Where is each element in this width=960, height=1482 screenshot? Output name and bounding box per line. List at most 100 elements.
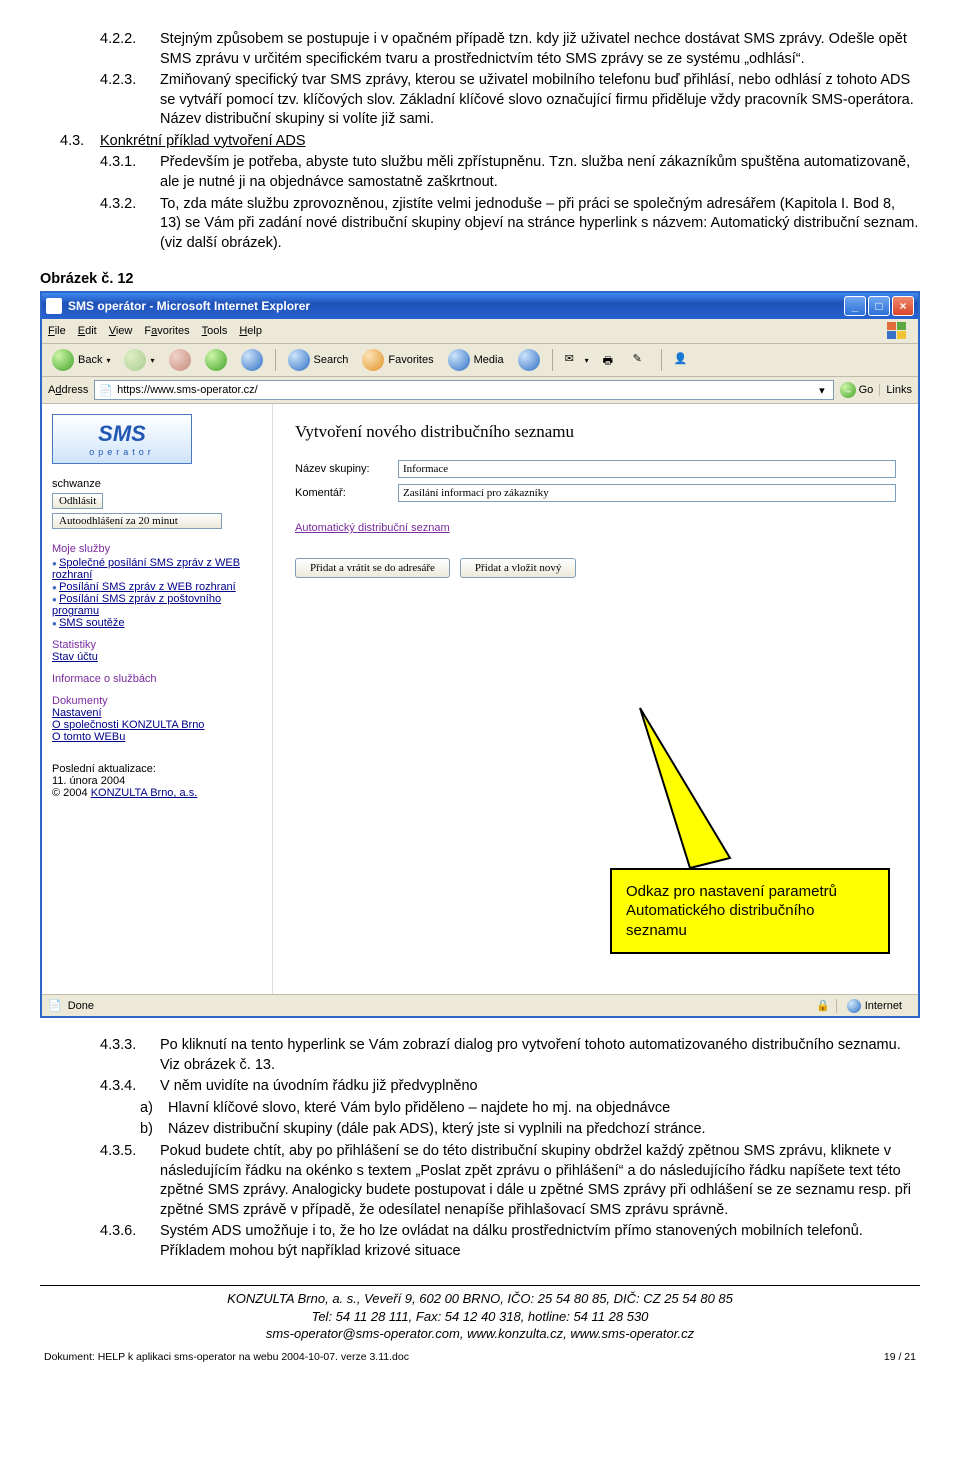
doc-item-4-3-5: 4.3.5. Pokud budete chtít, aby po přihlá…	[100, 1142, 920, 1220]
forward-icon	[124, 349, 146, 371]
sidebar-link-posilani-posta[interactable]: Posílání SMS zpráv z poštovního programu	[52, 593, 221, 617]
status-internet: Internet	[865, 1000, 902, 1012]
doc-item-4-3-2: 4.3.2. To, zda máte službu zprovozněnou,…	[100, 195, 920, 254]
doc-item-4-3-6: 4.3.6. Systém ADS umožňuje i to, že ho l…	[100, 1222, 920, 1261]
globe-icon	[847, 999, 861, 1013]
address-input[interactable]: 📄 https://www.sms-operator.cz/ ▾	[94, 380, 833, 400]
minimize-button[interactable]: _	[844, 296, 866, 316]
stop-icon	[169, 349, 191, 371]
messenger-icon: 👤	[674, 352, 690, 368]
page-icon: 📄	[99, 384, 113, 397]
search-button[interactable]: Search	[284, 347, 353, 373]
sidebar-link-spol-posilani[interactable]: Společné posílání SMS zpráv z WEB rozhra…	[52, 557, 240, 581]
input-nazev[interactable]	[398, 460, 896, 478]
media-icon	[448, 349, 470, 371]
doc-item-4-2-2: 4.2.2. Stejným způsobem se postupuje i v…	[100, 30, 920, 69]
star-icon	[362, 349, 384, 371]
status-done: Done	[68, 1000, 94, 1012]
sidebar-link-konzulta[interactable]: O společnosti KONZULTA Brno	[52, 719, 204, 731]
home-button[interactable]	[237, 347, 267, 373]
ie-window: SMS operátor - Microsoft Internet Explor…	[40, 291, 920, 1018]
menu-edit[interactable]: Edit	[78, 325, 97, 337]
doc-item-4-3-1: 4.3.1. Především je potřeba, abyste tuto…	[100, 153, 920, 192]
edit-button[interactable]: ✎	[629, 350, 653, 370]
history-button[interactable]	[514, 347, 544, 373]
doc-item-4-3-4-a: a) Hlavní klíčové slovo, které Vám bylo …	[140, 1099, 920, 1119]
window-title: SMS operátor - Microsoft Internet Explor…	[68, 299, 844, 313]
cat-statistiky: Statistiky	[52, 639, 262, 651]
media-button[interactable]: Media	[444, 347, 508, 373]
input-koment[interactable]	[398, 484, 896, 502]
refresh-icon	[205, 349, 227, 371]
doc-footer: KONZULTA Brno, a. s., Veveří 9, 602 00 B…	[40, 1285, 920, 1349]
doc-item-4-3-3: 4.3.3. Po kliknutí na tento hyperlink se…	[100, 1036, 920, 1075]
sms-operator-logo[interactable]: SMS operator	[52, 414, 192, 464]
go-button[interactable]: →Go	[840, 382, 874, 398]
cat-dokumenty: Dokumenty	[52, 695, 262, 707]
btn-pridat-vratit[interactable]: Přidat a vrátit se do adresáře	[295, 558, 450, 578]
doc-item-4-3-4: 4.3.4. V něm uvidíte na úvodním řádku ji…	[100, 1077, 920, 1097]
print-icon: 🖶	[603, 352, 619, 368]
sidebar-link-posilani-web[interactable]: Posílání SMS zpráv z WEB rozhraní	[59, 581, 236, 593]
btn-pridat-vlozit[interactable]: Přidat a vložit nový	[460, 558, 576, 578]
cat-info-sluzby: Informace o službách	[52, 673, 262, 685]
doc-heading-4-3: 4.3. Konkrétní příklad vytvoření ADS	[60, 132, 920, 152]
sidebar-link-web[interactable]: O tomto WEBu	[52, 731, 125, 743]
username: schwanze	[52, 478, 262, 490]
autologout-field[interactable]: Autoodhlášení za 20 minut	[52, 513, 222, 529]
logout-button[interactable]: Odhlásit	[52, 493, 103, 509]
dropdown-icon[interactable]: ▾	[815, 384, 829, 397]
edit-icon: ✎	[633, 352, 649, 368]
sidebar: SMS operator schwanze Odhlásit Autoodhlá…	[42, 404, 272, 994]
doc-item-4-3-4-b: b) Název distribuční skupiny (dále pak A…	[140, 1120, 920, 1140]
doc-meta: Dokument: HELP k aplikaci sms-operator n…	[40, 1351, 920, 1371]
menu-file[interactable]: File	[48, 325, 66, 337]
menu-help[interactable]: Help	[239, 325, 262, 337]
status-page-icon: 📄	[48, 999, 62, 1012]
refresh-button[interactable]	[201, 347, 231, 373]
menu-favorites[interactable]: Favorites	[144, 325, 189, 337]
windows-logo-icon	[882, 321, 912, 341]
page-heading: Vytvoření nového distribučního seznamu	[295, 422, 896, 442]
print-button[interactable]: 🖶	[599, 350, 623, 370]
menu-view[interactable]: View	[109, 325, 133, 337]
figure-label: Obrázek č. 12	[40, 271, 920, 287]
doc-item-4-2-3: 4.2.3. Zmiňovaný specifický tvar SMS zpr…	[100, 71, 920, 130]
label-koment: Komentář:	[295, 487, 390, 499]
cat-moje-sluzby: Moje služby	[52, 543, 262, 555]
back-button[interactable]: Back▾	[48, 347, 114, 373]
last-update-date: 11. února 2004	[52, 775, 262, 787]
menubar: File Edit View Favorites Tools Help	[42, 319, 918, 344]
copyright-link[interactable]: KONZULTA Brno, a.s.	[91, 787, 198, 799]
sidebar-link-stav-uctu[interactable]: Stav účtu	[52, 651, 98, 663]
history-icon	[518, 349, 540, 371]
ie-icon	[46, 298, 62, 314]
mail-button[interactable]: ✉▾	[561, 350, 593, 370]
home-icon	[241, 349, 263, 371]
close-button[interactable]: ×	[892, 296, 914, 316]
label-nazev: Název skupiny:	[295, 463, 390, 475]
links-label[interactable]: Links	[879, 384, 912, 396]
stop-button[interactable]	[165, 347, 195, 373]
statusbar: 📄 Done 🔒 Internet	[42, 994, 918, 1016]
back-icon	[52, 349, 74, 371]
sidebar-link-nastaveni[interactable]: Nastavení	[52, 707, 102, 719]
go-icon: →	[840, 382, 856, 398]
mail-icon: ✉	[565, 352, 581, 368]
menu-tools[interactable]: Tools	[202, 325, 228, 337]
sidebar-link-souteze[interactable]: SMS soutěže	[59, 617, 124, 629]
callout: Odkaz pro nastavení parametrů Automatick…	[610, 868, 890, 955]
autolink[interactable]: Automatický distribuční seznam	[295, 522, 450, 534]
messenger-button[interactable]: 👤	[670, 350, 694, 370]
address-bar: Address 📄 https://www.sms-operator.cz/ ▾…	[42, 377, 918, 404]
lock-icon: 🔒	[816, 999, 830, 1012]
titlebar[interactable]: SMS operátor - Microsoft Internet Explor…	[42, 293, 918, 319]
toolbar: Back▾ ▾ Search Favorites Media ✉▾ 🖶 ✎ 👤	[42, 344, 918, 377]
main-content: Vytvoření nového distribučního seznamu N…	[272, 404, 918, 994]
maximize-button[interactable]: □	[868, 296, 890, 316]
forward-button[interactable]: ▾	[120, 347, 158, 373]
search-icon	[288, 349, 310, 371]
last-update-label: Poslední aktualizace:	[52, 763, 262, 775]
address-label: Address	[48, 384, 88, 396]
favorites-button[interactable]: Favorites	[358, 347, 437, 373]
